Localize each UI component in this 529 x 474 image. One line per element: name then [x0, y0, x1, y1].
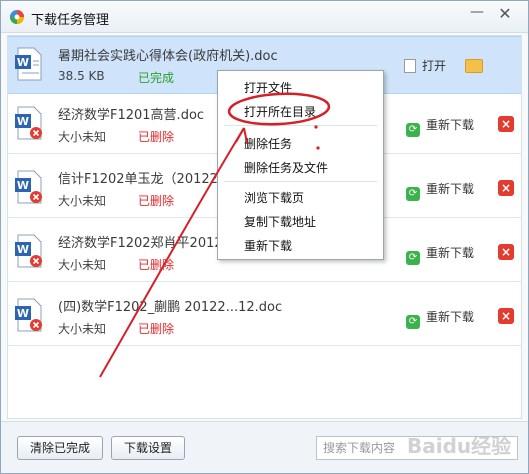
redownload-label: 重新下载	[426, 310, 475, 324]
download-settings-button[interactable]: 下载设置	[111, 436, 185, 460]
svg-text:W: W	[17, 307, 29, 320]
menu-item-open-folder[interactable]: 打开所在目录	[244, 103, 316, 120]
task-size: 大小未知	[58, 322, 107, 336]
footer-bar: 清除已完成 下载设置 搜索下载内容 Baidu经验	[1, 421, 528, 473]
task-status-completed: 已完成	[138, 71, 175, 85]
delete-task-icon[interactable]: ×	[498, 180, 514, 196]
app-logo-icon	[10, 10, 24, 24]
download-manager-window: 下载任务管理 — ✕ W 暑期社会实践心得体会(政府机关).doc 38.5 K…	[0, 0, 529, 474]
menu-separator	[224, 181, 377, 182]
task-status-deleted: 已删除	[138, 258, 175, 272]
redownload-button[interactable]: ⟳ 重新下载	[406, 244, 474, 265]
task-size: 38.5 KB	[58, 69, 105, 83]
redownload-button[interactable]: ⟳ 重新下载	[406, 180, 474, 201]
word-doc-icon: W	[15, 47, 42, 81]
open-file-label: 打开	[422, 59, 447, 73]
task-status-deleted: 已删除	[138, 130, 175, 144]
delete-task-icon[interactable]: ×	[498, 308, 514, 324]
redownload-button[interactable]: ⟳ 重新下载	[406, 116, 474, 137]
menu-separator	[224, 125, 377, 126]
refresh-icon: ⟳	[406, 251, 420, 265]
redownload-button[interactable]: ⟳ 重新下载	[406, 308, 474, 329]
redownload-label: 重新下载	[426, 246, 475, 260]
word-doc-deleted-icon: W	[15, 106, 42, 140]
task-filename: 经济数学F1201高营.doc	[58, 108, 205, 123]
baidu-watermark: Baidu经验	[407, 434, 512, 458]
task-filename: 信计F1202单玉龙（2012219	[58, 172, 235, 187]
task-size: 大小未知	[58, 194, 107, 208]
svg-text:W: W	[17, 56, 29, 69]
word-doc-deleted-icon: W	[15, 234, 42, 268]
refresh-icon: ⟳	[406, 187, 420, 201]
redownload-label: 重新下载	[426, 118, 475, 132]
task-filename: 暑期社会实践心得体会(政府机关).doc	[58, 49, 278, 64]
menu-item-delete-task[interactable]: 删除任务	[244, 135, 292, 152]
window-title: 下载任务管理	[31, 13, 110, 28]
svg-text:W: W	[17, 243, 29, 256]
refresh-icon: ⟳	[406, 315, 420, 329]
menu-item-copy-url[interactable]: 复制下载地址	[244, 213, 316, 230]
word-doc-deleted-icon: W	[15, 170, 42, 204]
menu-item-browse-page[interactable]: 浏览下载页	[244, 189, 304, 206]
open-file-button[interactable]: 打开	[404, 57, 446, 75]
delete-task-icon[interactable]: ×	[498, 116, 514, 132]
delete-task-icon[interactable]: ×	[498, 244, 514, 260]
task-status-deleted: 已删除	[138, 322, 175, 336]
close-window-button[interactable]: ✕	[495, 5, 515, 25]
task-filename: (四)数学F1202_蒯鹏 20122...12.doc	[58, 300, 283, 315]
context-menu: 打开文件 打开所在目录 删除任务 删除任务及文件 浏览下载页 复制下载地址 重新…	[217, 70, 384, 260]
menu-item-delete-task-and-file[interactable]: 删除任务及文件	[244, 159, 328, 176]
task-size: 大小未知	[58, 130, 107, 144]
word-doc-deleted-icon: W	[15, 298, 42, 332]
task-filename: 经济数学F1202郑肖平20122	[58, 236, 231, 251]
redownload-label: 重新下载	[426, 182, 475, 196]
task-row[interactable]: W (四)数学F1202_蒯鹏 20122...12.doc 大小未知 已删除 …	[8, 288, 521, 346]
svg-text:W: W	[17, 179, 29, 192]
file-icon	[404, 59, 416, 73]
refresh-icon: ⟳	[406, 123, 420, 137]
clear-completed-button[interactable]: 清除已完成	[17, 436, 103, 460]
svg-text:W: W	[17, 115, 29, 128]
task-status-deleted: 已删除	[138, 194, 175, 208]
minimize-button[interactable]: —	[467, 5, 487, 25]
menu-item-redownload[interactable]: 重新下载	[244, 237, 292, 254]
folder-icon[interactable]	[465, 59, 483, 73]
title-bar: 下载任务管理 — ✕	[1, 1, 528, 33]
task-size: 大小未知	[58, 258, 107, 272]
menu-item-open-file[interactable]: 打开文件	[244, 79, 292, 96]
